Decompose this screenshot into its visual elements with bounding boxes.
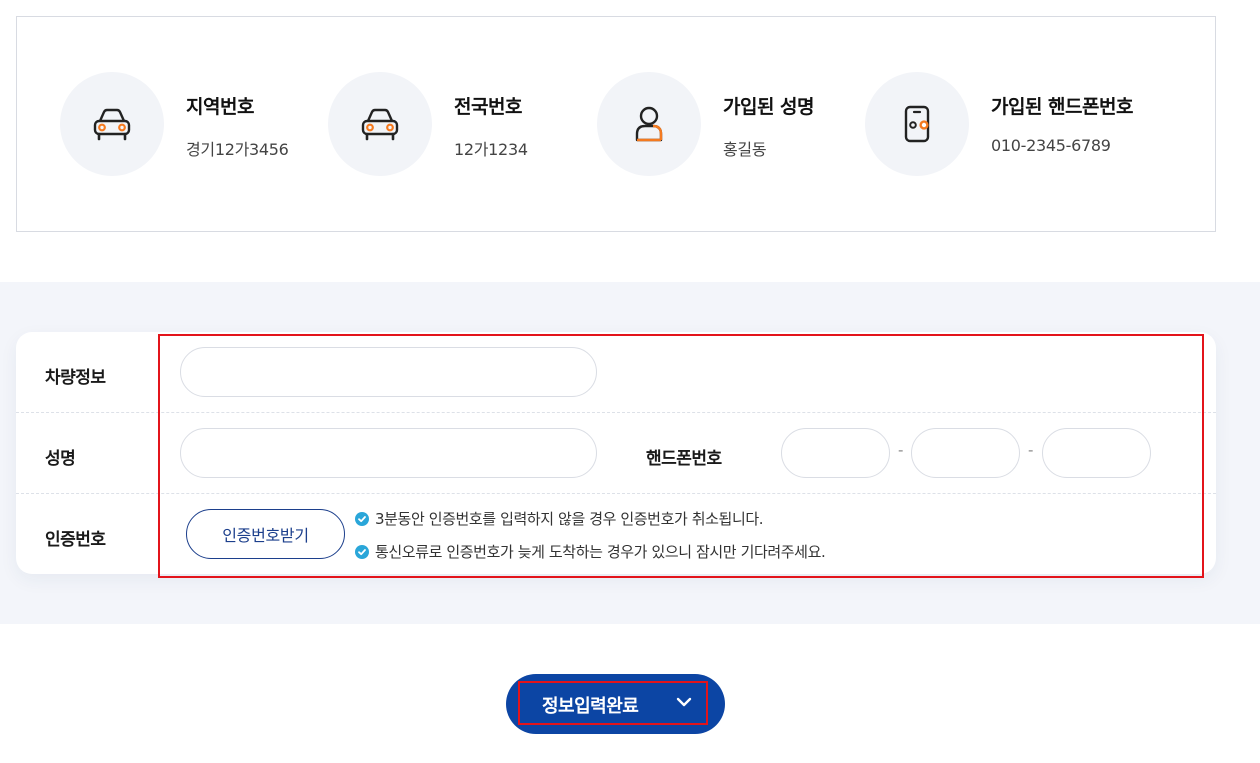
summary-title: 가입된 성명 — [723, 96, 815, 118]
check-circle-icon — [355, 511, 369, 526]
car-icon — [60, 72, 164, 176]
submit-label: 정보입력완료 — [542, 696, 639, 717]
verification-notice: 3분동안 인증번호를 입력하지 않을 경우 인증번호가 취소됩니다. — [355, 508, 764, 529]
phone-icon — [865, 72, 969, 176]
vehicle-info-form: 차량정보 성명 핸드폰번호 - - 인증번호 인증번호받기 3분동안 인증번호를… — [16, 332, 1216, 574]
request-verification-button[interactable]: 인증번호받기 — [186, 509, 345, 559]
summary-title: 전국번호 — [454, 96, 522, 118]
summary-value: 경기12가3456 — [186, 140, 289, 159]
summary-title: 지역번호 — [186, 96, 254, 118]
check-circle-icon — [355, 544, 369, 559]
phone-input-part1[interactable] — [781, 428, 890, 478]
name-phone-row: 성명 핸드폰번호 - - — [16, 413, 1216, 494]
vehicle-info-input[interactable] — [180, 347, 597, 397]
vehicle-info-label: 차량정보 — [45, 368, 106, 388]
registration-summary: 지역번호 경기12가3456 전국번호 12가1234 가입된 성명 홍길동 가… — [16, 16, 1216, 232]
phone-separator: - — [898, 441, 904, 459]
summary-value: 010-2345-6789 — [991, 136, 1111, 155]
chevron-down-icon — [676, 696, 692, 714]
car-icon — [328, 72, 432, 176]
vehicle-info-row: 차량정보 — [16, 332, 1216, 413]
submit-info-button[interactable]: 정보입력완료 — [506, 674, 725, 734]
notice-text: 통신오류로 인증번호가 늦게 도착하는 경우가 있으니 잠시만 기다려주세요. — [375, 543, 826, 561]
person-icon — [597, 72, 701, 176]
phone-input-part3[interactable] — [1042, 428, 1151, 478]
summary-title: 가입된 핸드폰번호 — [991, 96, 1133, 118]
verification-label: 인증번호 — [45, 530, 106, 550]
summary-value: 12가1234 — [454, 140, 528, 159]
phone-label: 핸드폰번호 — [646, 449, 722, 469]
summary-value: 홍길동 — [723, 140, 767, 159]
verification-notice: 통신오류로 인증번호가 늦게 도착하는 경우가 있으니 잠시만 기다려주세요. — [355, 541, 826, 562]
phone-input-part2[interactable] — [911, 428, 1020, 478]
phone-separator: - — [1028, 441, 1034, 459]
notice-text: 3분동안 인증번호를 입력하지 않을 경우 인증번호가 취소됩니다. — [375, 510, 764, 528]
verification-row: 인증번호 인증번호받기 3분동안 인증번호를 입력하지 않을 경우 인증번호가 … — [16, 494, 1216, 574]
name-input[interactable] — [180, 428, 597, 478]
name-label: 성명 — [45, 449, 76, 469]
